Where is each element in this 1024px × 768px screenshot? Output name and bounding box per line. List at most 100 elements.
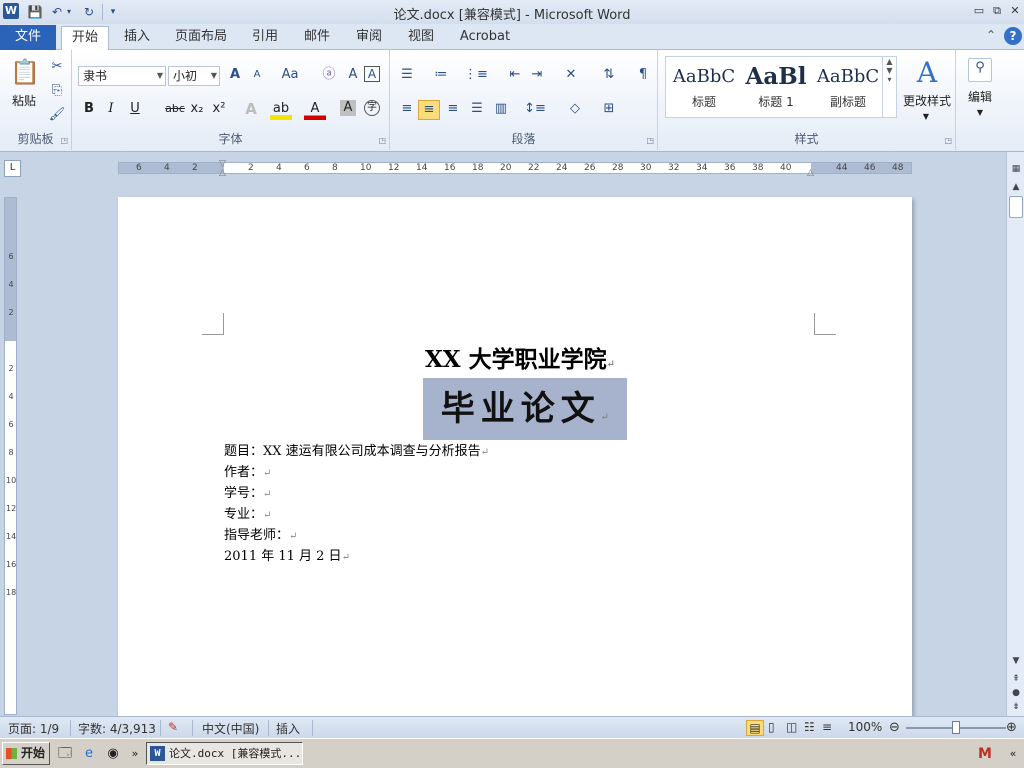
tab-selector[interactable]: L	[4, 160, 21, 177]
font-launcher-icon[interactable]: ◳	[378, 136, 386, 145]
align-right-icon[interactable]: ≡	[442, 100, 464, 120]
strikethrough-button[interactable]: abc	[162, 100, 188, 120]
zoom-level[interactable]: 100%	[848, 720, 882, 734]
line-spacing-icon[interactable]: ↕≡	[524, 100, 546, 120]
tab-references[interactable]: 引用	[244, 26, 286, 50]
justify-icon[interactable]: ☰	[466, 100, 488, 120]
char-shading-icon[interactable]: A	[340, 100, 356, 116]
tab-review[interactable]: 审阅	[348, 26, 390, 50]
scroll-down-icon[interactable]: ▼	[1009, 654, 1023, 668]
tab-insert[interactable]: 插入	[116, 26, 158, 50]
vertical-scrollbar[interactable]: ▦ ▲ ▼ ⇞ ● ⇟	[1006, 152, 1024, 716]
italic-button[interactable]: I	[100, 100, 122, 120]
web-layout-icon[interactable]: ◫	[786, 720, 797, 734]
font-size-combo[interactable]: 小初 ▼	[168, 66, 220, 86]
tab-mailings[interactable]: 邮件	[296, 26, 338, 50]
hanging-indent-marker[interactable]: △	[219, 168, 226, 178]
outline-view-icon[interactable]: ☷	[804, 720, 815, 734]
start-button[interactable]: 开始	[2, 742, 50, 765]
numbering-icon[interactable]: ≔	[430, 66, 452, 86]
multilevel-list-icon[interactable]: ⋮≡	[464, 66, 488, 86]
view-ruler-icon[interactable]: ▦	[1009, 162, 1023, 176]
close-button[interactable]: ✕	[1006, 2, 1024, 20]
sort-icon[interactable]: ⇅	[598, 66, 620, 86]
superscript-button[interactable]: x²	[208, 100, 230, 120]
previous-page-icon[interactable]: ⇞	[1009, 672, 1023, 686]
line-topic[interactable]: 题目：XX 速运有限公司成本调查与分析报告↵	[224, 443, 489, 462]
horizontal-ruler[interactable]: 6 4 2 2 4 6 8 10 12 14 16 18 20 22 24 26 28 30 32 34 36 38 40 4…	[118, 162, 912, 174]
format-painter-icon[interactable]: 🖌	[46, 106, 68, 126]
styles-launcher-icon[interactable]: ◳	[944, 136, 952, 145]
insert-mode-indicator[interactable]: 插入	[276, 720, 300, 737]
media-player-icon[interactable]: ◉	[104, 745, 122, 763]
styles-scroll[interactable]: ▲ ▼ ▾	[882, 57, 896, 117]
taskbar-word-window[interactable]: W 论文.docx [兼容模式...	[146, 742, 303, 765]
font-color-icon[interactable]: A	[304, 100, 326, 120]
decrease-indent-icon[interactable]: ⇤	[504, 66, 526, 86]
minimize-ribbon-icon[interactable]: ⌃	[986, 28, 996, 42]
restore-button[interactable]: ⧉	[988, 2, 1006, 20]
bullets-icon[interactable]: ☰	[396, 66, 418, 86]
shading-icon[interactable]: ◇	[564, 100, 586, 120]
tab-home[interactable]: 开始	[61, 26, 109, 51]
enclose-chars-icon[interactable]: 字	[364, 100, 380, 116]
cut-icon[interactable]: ✂	[46, 58, 68, 78]
more-quicklaunch-icon[interactable]: »	[126, 745, 144, 763]
internet-explorer-icon[interactable]: e	[80, 745, 98, 763]
minimize-button[interactable]: ▭	[970, 2, 988, 20]
document-subtitle-selected[interactable]: 毕业论文↵	[423, 378, 627, 440]
document-title[interactable]: XX 大学职业学院↵	[118, 340, 912, 374]
copy-icon[interactable]: ⎘	[46, 82, 68, 102]
highlight-icon[interactable]: ab	[270, 100, 292, 120]
asian-layout-icon[interactable]: ✕	[560, 66, 582, 86]
style-subtitle[interactable]: AaBbC 副标题	[812, 61, 884, 110]
tab-page-layout[interactable]: 页面布局	[170, 26, 232, 50]
show-marks-icon[interactable]: ¶	[632, 66, 654, 86]
borders-icon[interactable]: ⊞	[598, 100, 620, 120]
subscript-button[interactable]: x₂	[186, 100, 208, 120]
tray-app-icon[interactable]: M	[976, 745, 994, 763]
style-heading-1[interactable]: AaBl 标题 1	[740, 61, 812, 110]
paragraph-launcher-icon[interactable]: ◳	[646, 136, 654, 145]
paste-button[interactable]: 粘贴	[4, 92, 44, 110]
help-icon[interactable]: ?	[1004, 27, 1022, 45]
document-page[interactable]: XX 大学职业学院↵ 毕业论文↵ 题目：XX 速运有限公司成本调查与分析报告↵ …	[118, 197, 912, 716]
tab-file[interactable]: 文件	[0, 25, 56, 50]
print-layout-icon[interactable]: ▤	[746, 720, 764, 736]
proofing-icon[interactable]: ✎	[168, 720, 178, 734]
line-advisor[interactable]: 指导老师：↵	[224, 527, 297, 546]
phonetic-guide-icon[interactable]: ⓐ	[318, 66, 340, 86]
clear-format-icon[interactable]: A	[342, 66, 364, 86]
bold-button[interactable]: B	[78, 100, 100, 120]
vertical-ruler[interactable]: 6 4 2 2 4 6 8 10 12 14 16 18	[4, 197, 17, 715]
scroll-up-icon[interactable]: ▲	[1009, 180, 1023, 194]
tray-expand-icon[interactable]: «	[1004, 745, 1022, 763]
zoom-slider-thumb[interactable]	[952, 721, 960, 734]
page-count[interactable]: 页面: 1/9	[8, 720, 59, 737]
paste-icon[interactable]: 📋	[10, 56, 40, 88]
line-author[interactable]: 作者：↵	[224, 464, 271, 483]
show-desktop-icon[interactable]: 🗔	[56, 745, 74, 763]
tab-view[interactable]: 视图	[400, 26, 442, 50]
tab-acrobat[interactable]: Acrobat	[454, 26, 516, 50]
align-center-icon[interactable]: ≡	[418, 100, 440, 120]
text-effects-icon[interactable]: A	[240, 100, 262, 120]
change-styles-icon[interactable]: A	[912, 58, 942, 88]
clipboard-launcher-icon[interactable]: ◳	[60, 136, 68, 145]
char-border-icon[interactable]: A	[364, 66, 380, 82]
distributed-icon[interactable]: ▥	[490, 100, 512, 120]
shrink-font-icon[interactable]: A	[246, 66, 268, 86]
font-name-combo[interactable]: 隶书 ▼	[78, 66, 166, 86]
line-date[interactable]: 2011 年 11 月 2 日↵	[224, 548, 350, 567]
line-student-id[interactable]: 学号：↵	[224, 485, 271, 504]
right-indent-marker[interactable]: △	[807, 168, 814, 178]
scroll-thumb[interactable]	[1009, 196, 1023, 218]
change-case-icon[interactable]: Aa	[276, 66, 304, 86]
zoom-in-icon[interactable]: ⊕	[1006, 720, 1017, 735]
next-page-icon[interactable]: ⇟	[1009, 700, 1023, 714]
browse-object-icon[interactable]: ●	[1009, 686, 1023, 700]
word-count[interactable]: 字数: 4/3,913	[78, 720, 156, 737]
underline-button[interactable]: U	[124, 100, 146, 120]
document-area[interactable]: XX 大学职业学院↵ 毕业论文↵ 题目：XX 速运有限公司成本调查与分析报告↵ …	[22, 186, 1006, 716]
style-title[interactable]: AaBbC 标题	[668, 61, 740, 110]
